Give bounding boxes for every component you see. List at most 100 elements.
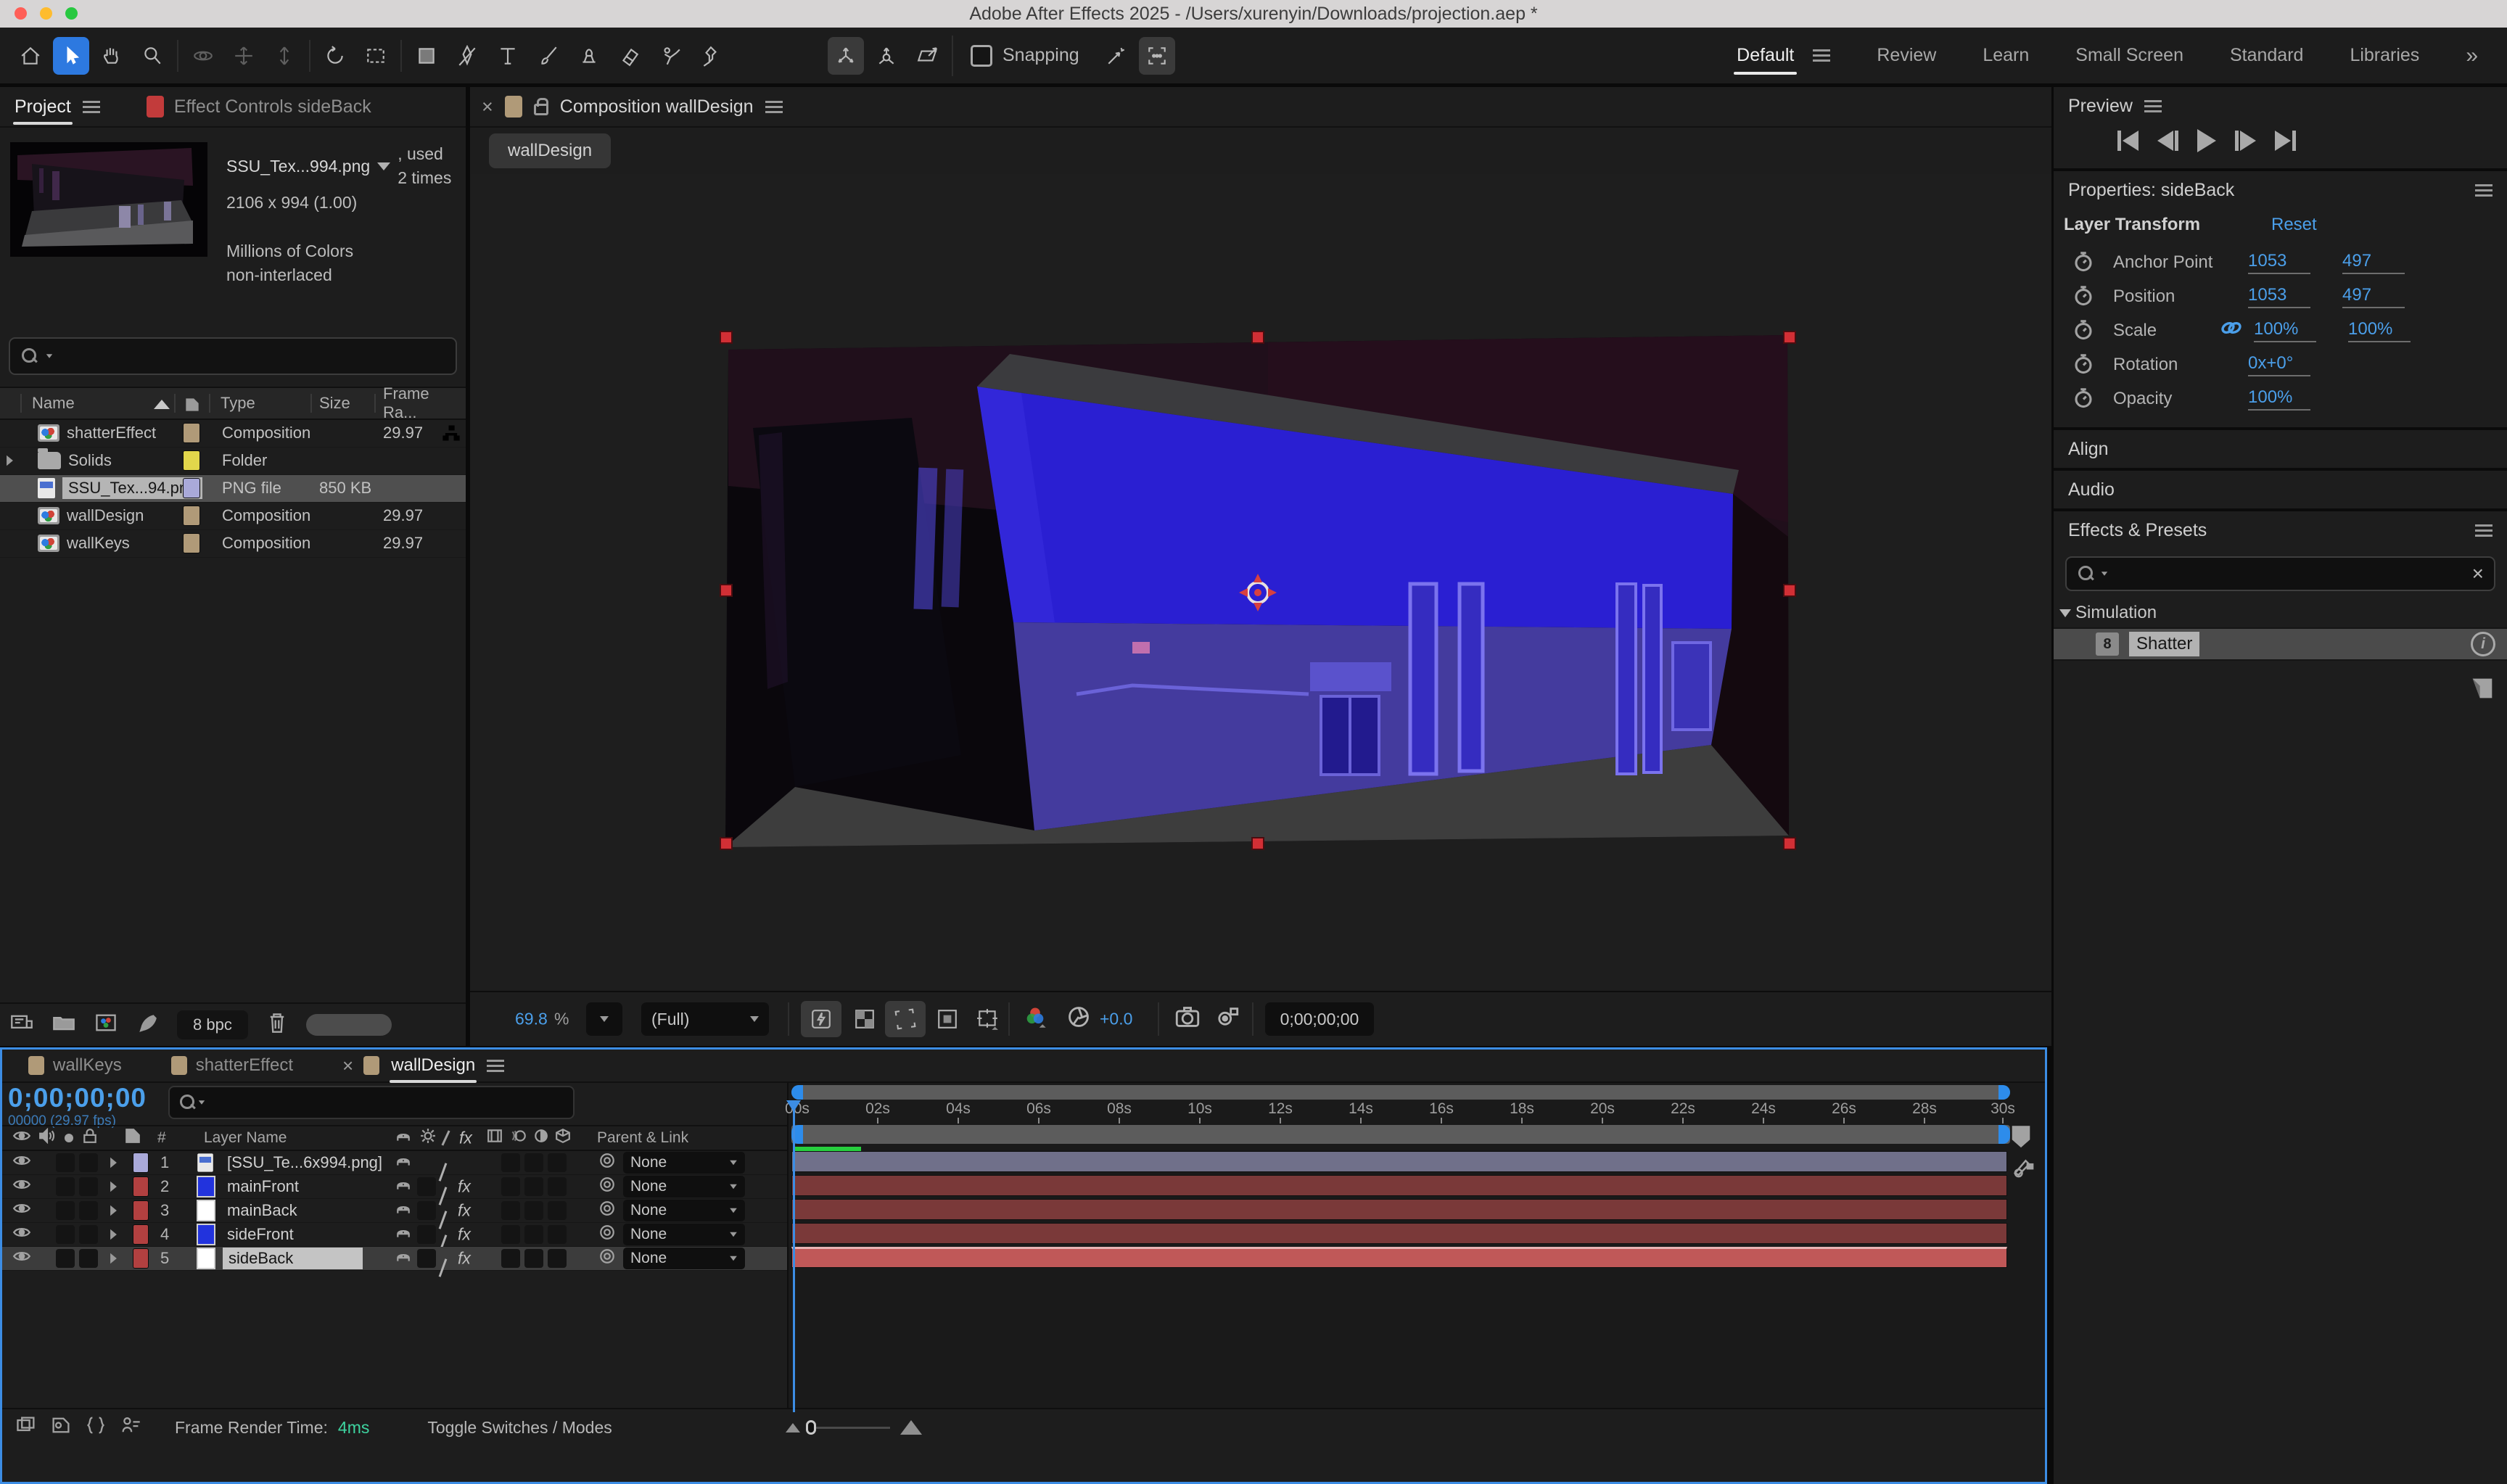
first-frame-button[interactable] <box>2117 131 2138 151</box>
next-frame-button[interactable] <box>2235 131 2256 151</box>
switch-well[interactable] <box>501 1225 520 1244</box>
switch-well[interactable] <box>417 1177 436 1196</box>
layer-label-chip[interactable] <box>133 1200 149 1221</box>
layer-row-2[interactable]: 2 mainFront fx None <box>2 1175 787 1199</box>
layer-name[interactable]: sideBack <box>223 1248 363 1269</box>
label-color-chip[interactable] <box>183 423 200 443</box>
switch-well[interactable] <box>417 1201 436 1220</box>
layer-row-3[interactable]: 3 mainBack fx None <box>2 1199 787 1223</box>
close-tab-icon[interactable]: × <box>482 96 493 118</box>
layer-name[interactable]: mainBack <box>227 1201 297 1220</box>
quality-column-icon[interactable] <box>441 1130 450 1145</box>
expand-layer-icon[interactable] <box>110 1229 117 1240</box>
layer-bar-5-selected[interactable] <box>791 1247 2007 1268</box>
mask-expansion-icon[interactable] <box>1139 37 1175 75</box>
workspace-tab-standard[interactable]: Standard <box>2230 35 2303 76</box>
parent-link-column[interactable]: Parent & Link <box>597 1129 688 1147</box>
label-color-chip[interactable] <box>183 533 200 553</box>
clone-stamp-tool-icon[interactable] <box>571 37 607 75</box>
parent-pickwhip-icon[interactable] <box>598 1152 616 1174</box>
shy-switch[interactable] <box>395 1176 411 1197</box>
parent-pickwhip-icon[interactable] <box>598 1224 616 1245</box>
project-row-shatterEffect[interactable]: shatterEffect Composition 29.97 <box>0 420 466 448</box>
rotation-value[interactable]: 0x+0° <box>2248 353 2310 376</box>
workspace-tab-libraries[interactable]: Libraries <box>2350 35 2419 76</box>
parent-link-dropdown[interactable]: None <box>623 1176 745 1197</box>
adjust-rocket-icon[interactable] <box>136 1012 158 1038</box>
resolution-dropdown[interactable]: (Full) <box>641 1002 769 1036</box>
switch-well[interactable] <box>501 1249 520 1268</box>
timeline-panel-menu-icon[interactable] <box>487 1060 504 1072</box>
position-x-value[interactable]: 1053 <box>2248 285 2310 308</box>
roto-brush-tool-icon[interactable] <box>652 37 688 75</box>
solo-toggle-well[interactable] <box>79 1177 98 1196</box>
switch-well[interactable] <box>501 1201 520 1220</box>
workspace-tab-small-screen[interactable]: Small Screen <box>2075 35 2183 76</box>
parent-pickwhip-icon[interactable] <box>598 1248 616 1269</box>
comp-marker-bin-icon[interactable] <box>2010 1125 2032 1153</box>
rectangle-tool-icon[interactable] <box>408 37 445 75</box>
parent-pickwhip-icon[interactable] <box>598 1200 616 1221</box>
preview-timecode[interactable]: 0;00;00;00 <box>1265 1002 1374 1036</box>
layer-label-chip[interactable] <box>133 1248 149 1269</box>
layer-bar-2[interactable] <box>791 1175 2007 1196</box>
composition-panel-menu-icon[interactable] <box>765 101 783 113</box>
layer-label-chip[interactable] <box>133 1176 149 1197</box>
stopwatch-icon[interactable] <box>2072 353 2097 377</box>
playhead[interactable] <box>793 1100 795 1412</box>
snapping-checkbox[interactable] <box>971 45 992 67</box>
transparency-grid-icon[interactable] <box>844 1001 885 1037</box>
layer-bar-1[interactable] <box>791 1151 2007 1172</box>
label-color-chip[interactable] <box>183 450 200 471</box>
stopwatch-icon[interactable] <box>2072 250 2097 275</box>
local-axis-mode-icon[interactable] <box>828 37 864 75</box>
label-color-chip[interactable] <box>183 478 200 498</box>
solo-toggle-well[interactable] <box>79 1249 98 1268</box>
audio-column-speaker-icon[interactable] <box>38 1128 56 1148</box>
snap-options-icon[interactable] <box>1098 37 1135 75</box>
parent-link-dropdown[interactable]: None <box>623 1248 745 1269</box>
new-folder-icon[interactable] <box>52 1013 75 1037</box>
collapse-column-icon[interactable] <box>420 1128 436 1148</box>
project-footer-pill[interactable] <box>306 1014 392 1036</box>
region-of-interest-icon[interactable] <box>885 1001 926 1037</box>
expand-layer-icon[interactable] <box>110 1158 117 1168</box>
filename-dropdown-icon[interactable] <box>377 162 390 170</box>
time-ruler[interactable]: 00s 02s 04s 06s 08s 10s 12s 14s 16s 18s … <box>791 1100 2017 1124</box>
snapshot-camera-icon[interactable] <box>1175 1006 1200 1032</box>
project-row-wallKeys[interactable]: wallKeys Composition 29.97 <box>0 530 466 558</box>
zoom-slider-knob[interactable] <box>806 1420 816 1435</box>
audio-toggle-well[interactable] <box>56 1249 75 1268</box>
reset-transform-link[interactable]: Reset <box>2271 215 2317 235</box>
motion-blur-column-icon[interactable] <box>510 1129 527 1147</box>
label-color-chip[interactable] <box>183 506 200 526</box>
simulation-category[interactable]: Simulation <box>2054 598 2507 627</box>
expand-folder-icon[interactable] <box>7 455 13 466</box>
parent-link-dropdown[interactable]: None <box>623 1152 745 1174</box>
clear-search-icon[interactable]: × <box>2472 562 2484 585</box>
video-column-eye-icon[interactable] <box>12 1129 31 1147</box>
expand-layer-icon[interactable] <box>110 1253 117 1264</box>
grid-guides-icon[interactable] <box>968 1001 1008 1037</box>
effects-switch[interactable]: fx <box>458 1201 471 1221</box>
play-button[interactable] <box>2197 129 2216 152</box>
tab-effect-controls[interactable]: Effect Controls sideBack <box>174 96 371 118</box>
workspace-overflow-chevron[interactable]: » <box>2466 33 2478 78</box>
exposure-value[interactable]: +0.0 <box>1100 1010 1132 1029</box>
layer-label-chip[interactable] <box>133 1153 149 1173</box>
label-column-tag-icon[interactable] <box>124 1127 141 1149</box>
project-bit-depth-button[interactable]: 8 bpc <box>177 1010 248 1039</box>
eraser-tool-icon[interactable] <box>612 37 648 75</box>
zoom-tool-icon[interactable] <box>134 37 170 75</box>
effects-panel-menu-icon[interactable] <box>2475 524 2492 537</box>
solo-toggle-well[interactable] <box>79 1201 98 1220</box>
comp-button-icon[interactable] <box>2012 1155 2036 1184</box>
layer-bar-4[interactable] <box>791 1223 2007 1244</box>
position-y-value[interactable]: 497 <box>2342 285 2405 308</box>
world-axis-mode-icon[interactable] <box>868 37 905 75</box>
dolly-camera-tool-icon[interactable] <box>266 37 302 75</box>
tab-project[interactable]: Project <box>13 89 73 125</box>
parent-pickwhip-icon[interactable] <box>598 1176 616 1197</box>
rotation-tool-icon[interactable] <box>317 37 353 75</box>
fast-preview-icon[interactable] <box>801 1001 841 1037</box>
